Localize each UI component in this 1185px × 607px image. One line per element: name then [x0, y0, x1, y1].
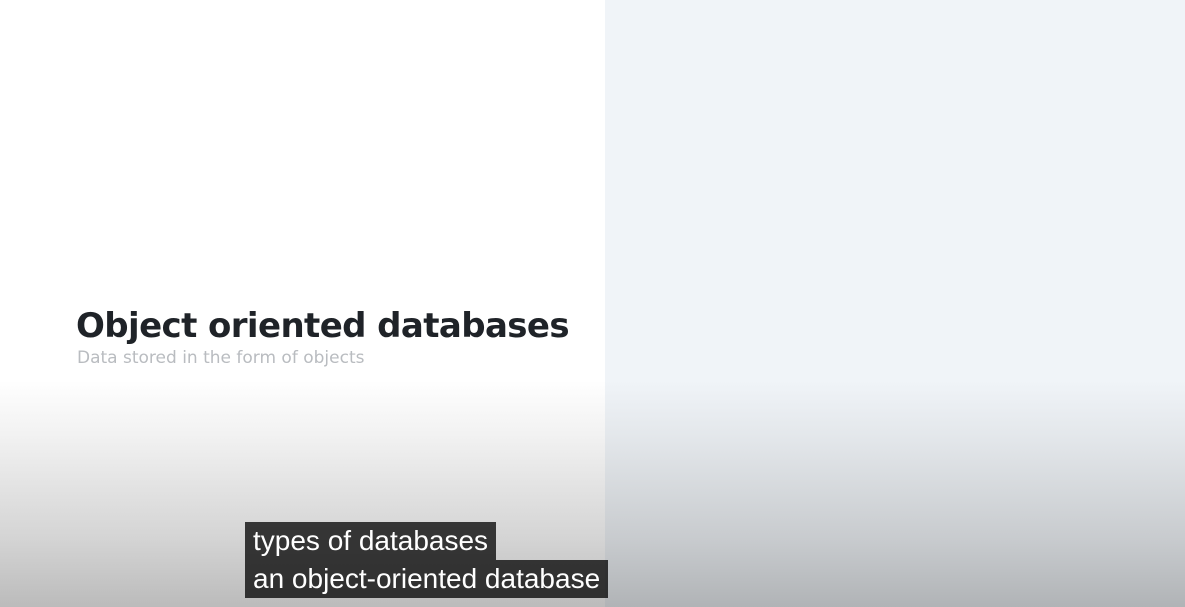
slide-subtitle: Data stored in the form of objects	[77, 348, 365, 368]
caption-line-2: an object-oriented database	[245, 560, 609, 598]
slide-right-panel	[605, 0, 1185, 607]
caption-line-1: types of databases	[245, 522, 497, 560]
video-frame[interactable]: Object oriented databases Data stored in…	[0, 0, 1185, 607]
slide-left-panel	[0, 0, 605, 607]
slide-title: Object oriented databases	[76, 306, 570, 346]
subtitle-captions: types of databases an object-oriented da…	[245, 522, 609, 598]
